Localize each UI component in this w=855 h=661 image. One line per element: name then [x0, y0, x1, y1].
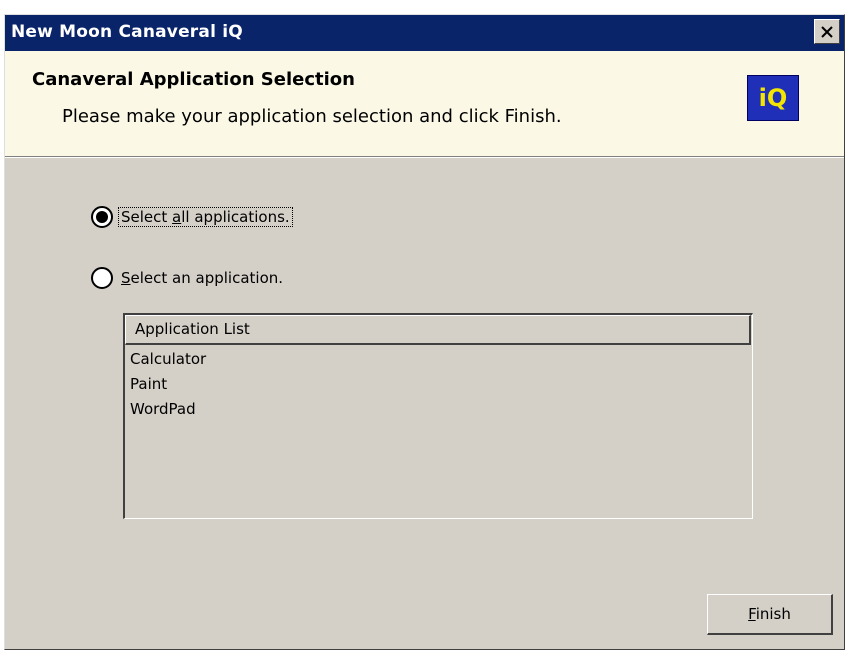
page-title: Canaveral Application Selection — [32, 69, 355, 90]
close-icon — [821, 25, 833, 38]
close-button[interactable] — [814, 19, 840, 44]
iq-logo-text: iQ — [758, 84, 788, 112]
radio-label-select-all: Select all applications. — [118, 207, 293, 227]
radio-button-select-all[interactable] — [91, 206, 113, 228]
dialog-window: New Moon Canaveral iQ Canaveral Applicat… — [4, 14, 845, 650]
radio-label-select-single: Select an application. — [121, 269, 284, 287]
iq-logo: iQ — [747, 75, 799, 121]
finish-button[interactable]: Finish — [707, 594, 833, 635]
list-item-wordpad[interactable]: WordPad — [130, 397, 206, 422]
finish-button-label: Finish — [748, 605, 791, 623]
radio-select-single[interactable]: Select an application. — [91, 267, 285, 289]
radio-selected-dot — [96, 211, 108, 223]
radio-select-all[interactable]: Select all applications. — [91, 206, 293, 228]
application-list-items: Calculator Paint WordPad — [130, 347, 206, 422]
list-column-header[interactable]: Application List — [125, 315, 751, 345]
header-panel: Canaveral Application Selection Please m… — [5, 51, 844, 158]
window-title: New Moon Canaveral iQ — [11, 22, 243, 42]
application-listview[interactable]: Application List Calculator Paint WordPa… — [123, 313, 753, 519]
page-subtitle: Please make your application selection a… — [62, 106, 562, 127]
title-bar[interactable]: New Moon Canaveral iQ — [5, 15, 844, 51]
list-item-paint[interactable]: Paint — [130, 372, 206, 397]
radio-button-select-single[interactable] — [91, 267, 113, 289]
list-item-calculator[interactable]: Calculator — [130, 347, 206, 372]
